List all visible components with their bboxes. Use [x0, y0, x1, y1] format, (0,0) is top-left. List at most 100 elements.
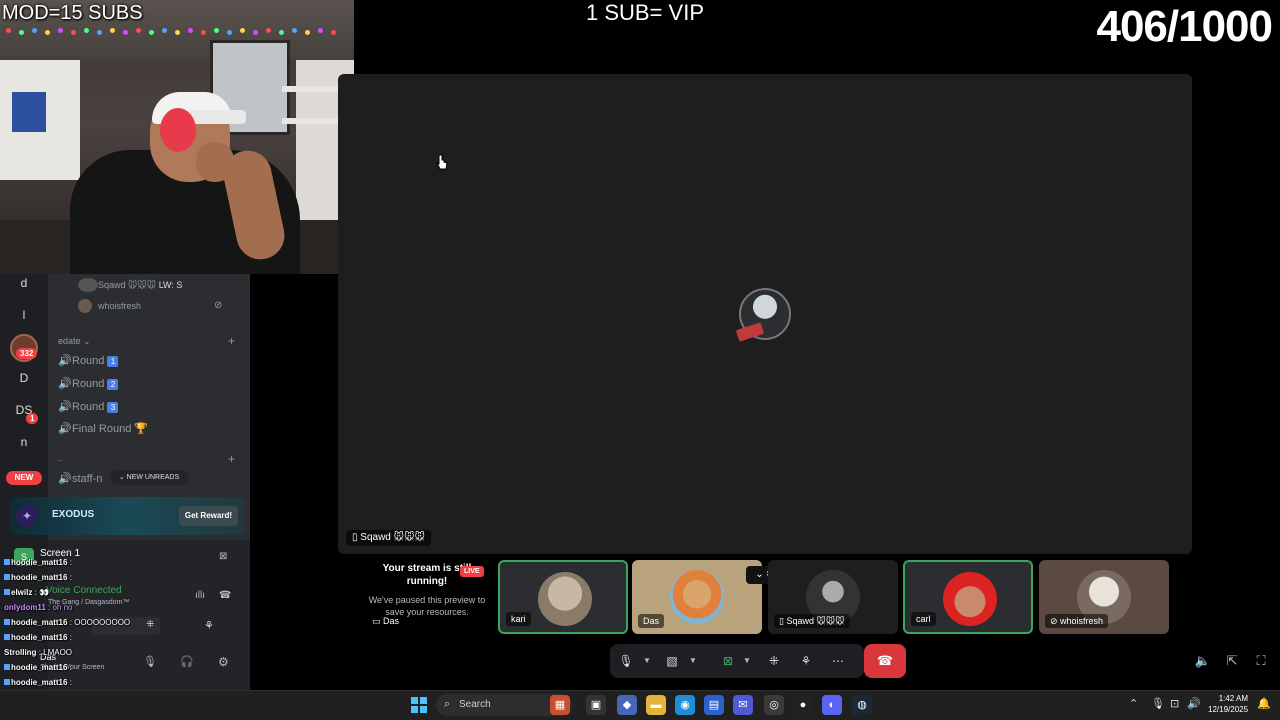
- speaker-icon: 🔊: [58, 423, 72, 435]
- copilot-app-icon[interactable]: ◆: [617, 695, 637, 715]
- notification-bell-icon[interactable]: 🔔: [1257, 697, 1271, 710]
- store-app-icon[interactable]: ▤: [704, 695, 724, 715]
- participant-name: Das: [638, 614, 665, 628]
- file-explorer-icon[interactable]: ▬: [646, 695, 666, 715]
- server-item[interactable]: D: [10, 371, 38, 385]
- more-options-icon[interactable]: ⋯: [828, 651, 848, 671]
- chevron-down-icon[interactable]: ▼: [688, 651, 698, 671]
- search-icon: ⌕: [444, 698, 451, 710]
- server-item[interactable]: n: [10, 435, 38, 449]
- chrome-browser-icon[interactable]: ◎: [764, 695, 784, 715]
- taskbar-clock[interactable]: 1:42 AM 12/19/2025: [1208, 693, 1248, 715]
- chat-message: elwilz : 👀: [4, 588, 49, 597]
- webcam-feed: [0, 0, 354, 274]
- sub-goal-counter: 406/1000: [1096, 2, 1273, 51]
- chevron-up-icon[interactable]: ⌃: [1129, 697, 1138, 710]
- participant-tile-sqawd[interactable]: ▯ Sqawd 🐭🐭🐭: [768, 560, 898, 634]
- clock-time: 1:42 AM: [1218, 694, 1249, 703]
- activities-icon[interactable]: ⁜: [764, 651, 784, 671]
- string-light: [266, 28, 271, 33]
- string-light: [45, 30, 50, 35]
- mute-icon: ⊘: [214, 300, 223, 311]
- soundboard-icon[interactable]: ⚘: [796, 651, 816, 671]
- settings-gear-icon[interactable]: ⚙: [218, 655, 229, 669]
- category-edate[interactable]: edate ⌄: [58, 336, 91, 347]
- voice-user-tag: LW: S: [158, 280, 183, 290]
- promo-brand: EXODUS: [52, 509, 95, 520]
- close-screen-icon[interactable]: ⊠: [219, 551, 227, 562]
- string-light: [188, 28, 193, 33]
- participant-name: ▯ Sqawd 🐭🐭🐭: [774, 614, 850, 628]
- pop-out-icon[interactable]: ⇱: [1223, 652, 1241, 670]
- volume-tray-icon[interactable]: 🔊: [1187, 697, 1201, 710]
- chat-message: hoodie_matt16 : OOOOOOOOO: [4, 618, 130, 627]
- channel-final-round[interactable]: 🔊Final Round 🏆: [58, 422, 148, 435]
- string-light: [162, 28, 167, 33]
- edge-browser-icon[interactable]: ◉: [675, 695, 695, 715]
- camera-off-icon[interactable]: ▧: [662, 651, 682, 671]
- participant-tile-whoisfresh[interactable]: ⊘ whoisfresh: [1039, 560, 1169, 634]
- mail-app-icon[interactable]: ✉: [733, 695, 753, 715]
- string-light: [305, 30, 310, 35]
- network-icon[interactable]: ⊡: [1170, 697, 1179, 710]
- focused-participant-avatar[interactable]: [735, 288, 791, 342]
- speaker-icon: 🔊: [58, 378, 72, 390]
- headphones-icon[interactable]: 🎧: [180, 655, 194, 668]
- new-pill[interactable]: NEW: [6, 471, 42, 485]
- disconnect-icon[interactable]: ☎: [219, 590, 231, 601]
- add-channel-icon[interactable]: +: [228, 334, 235, 348]
- mic-icon[interactable]: 🎙: [143, 655, 157, 668]
- get-reward-button[interactable]: Get Reward!: [178, 506, 238, 526]
- string-light: [84, 28, 89, 33]
- participant-tile-kari[interactable]: kari: [498, 560, 628, 634]
- server-item[interactable]: l: [10, 308, 38, 322]
- speaker-icon: 🔊: [58, 473, 72, 485]
- channel-round-1[interactable]: 🔊Round 1: [58, 354, 119, 367]
- mute-icon: ⊘: [1050, 616, 1061, 626]
- string-light: [32, 28, 37, 33]
- avatar: [670, 570, 724, 624]
- channel-staff[interactable]: 🔊staff-n: [58, 472, 102, 485]
- chevron-down-icon[interactable]: ▼: [642, 651, 652, 671]
- task-view-icon[interactable]: ▣: [586, 695, 606, 715]
- hang-up-button[interactable]: ☎: [864, 644, 906, 678]
- widgets-app-icon[interactable]: ▦: [550, 695, 570, 715]
- server-mention-badge: 332: [16, 348, 38, 359]
- participant-tile-das[interactable]: Das: [632, 560, 762, 634]
- fullscreen-icon[interactable]: ⛶: [1252, 652, 1270, 670]
- avatar: [78, 278, 98, 292]
- steam-app-icon[interactable]: ◍: [852, 695, 872, 715]
- avatar: [78, 299, 92, 313]
- microphone-tray-icon[interactable]: 🎙: [1151, 697, 1165, 710]
- channel-round-2[interactable]: 🔊Round 2: [58, 377, 119, 390]
- soundboard-icon[interactable]: ⚘: [204, 619, 214, 632]
- string-light: [318, 28, 323, 33]
- chat-message: hoodie_matt16 :: [4, 633, 72, 642]
- speaker-icon: 🔊: [58, 355, 72, 367]
- self-label: ▭ Das: [372, 616, 400, 626]
- microphone-icon[interactable]: 🎙: [616, 651, 636, 671]
- category-collapsed[interactable]: ..: [58, 453, 63, 463]
- voice-user-sqawd[interactable]: Sqawd 🐭🐭🐭 LW: S: [98, 280, 182, 291]
- new-unreads-pill[interactable]: ⌄ NEW UNREADS: [110, 470, 188, 485]
- voice-user-whoisfresh[interactable]: whoisfresh: [98, 301, 141, 311]
- noise-icon[interactable]: ıllı: [195, 590, 205, 601]
- voice-connected-label: Voice Connected: [46, 585, 122, 596]
- chevron-down-icon[interactable]: ▼: [742, 651, 752, 671]
- windows-start-icon[interactable]: [411, 697, 427, 713]
- channel-round-3[interactable]: 🔊Round 3: [58, 400, 119, 413]
- screen-share-icon[interactable]: ⊠: [718, 651, 738, 671]
- string-light: [71, 30, 76, 35]
- participant-tile-carl[interactable]: carl: [903, 560, 1033, 634]
- discord-app-icon[interactable]: ◐: [822, 695, 842, 715]
- promo-banner[interactable]: ✦ EXODUS Get Reward!: [10, 497, 244, 535]
- activity-icon[interactable]: ⁜: [146, 619, 154, 630]
- string-light: [240, 28, 245, 33]
- clock-date: 12/19/2025: [1208, 705, 1249, 714]
- string-light: [331, 30, 336, 35]
- string-light: [123, 30, 128, 35]
- volume-icon[interactable]: 🔈: [1194, 652, 1212, 670]
- add-channel-icon[interactable]: +: [228, 452, 235, 466]
- server-item[interactable]: d: [10, 276, 38, 290]
- obs-app-icon[interactable]: ●: [793, 695, 813, 715]
